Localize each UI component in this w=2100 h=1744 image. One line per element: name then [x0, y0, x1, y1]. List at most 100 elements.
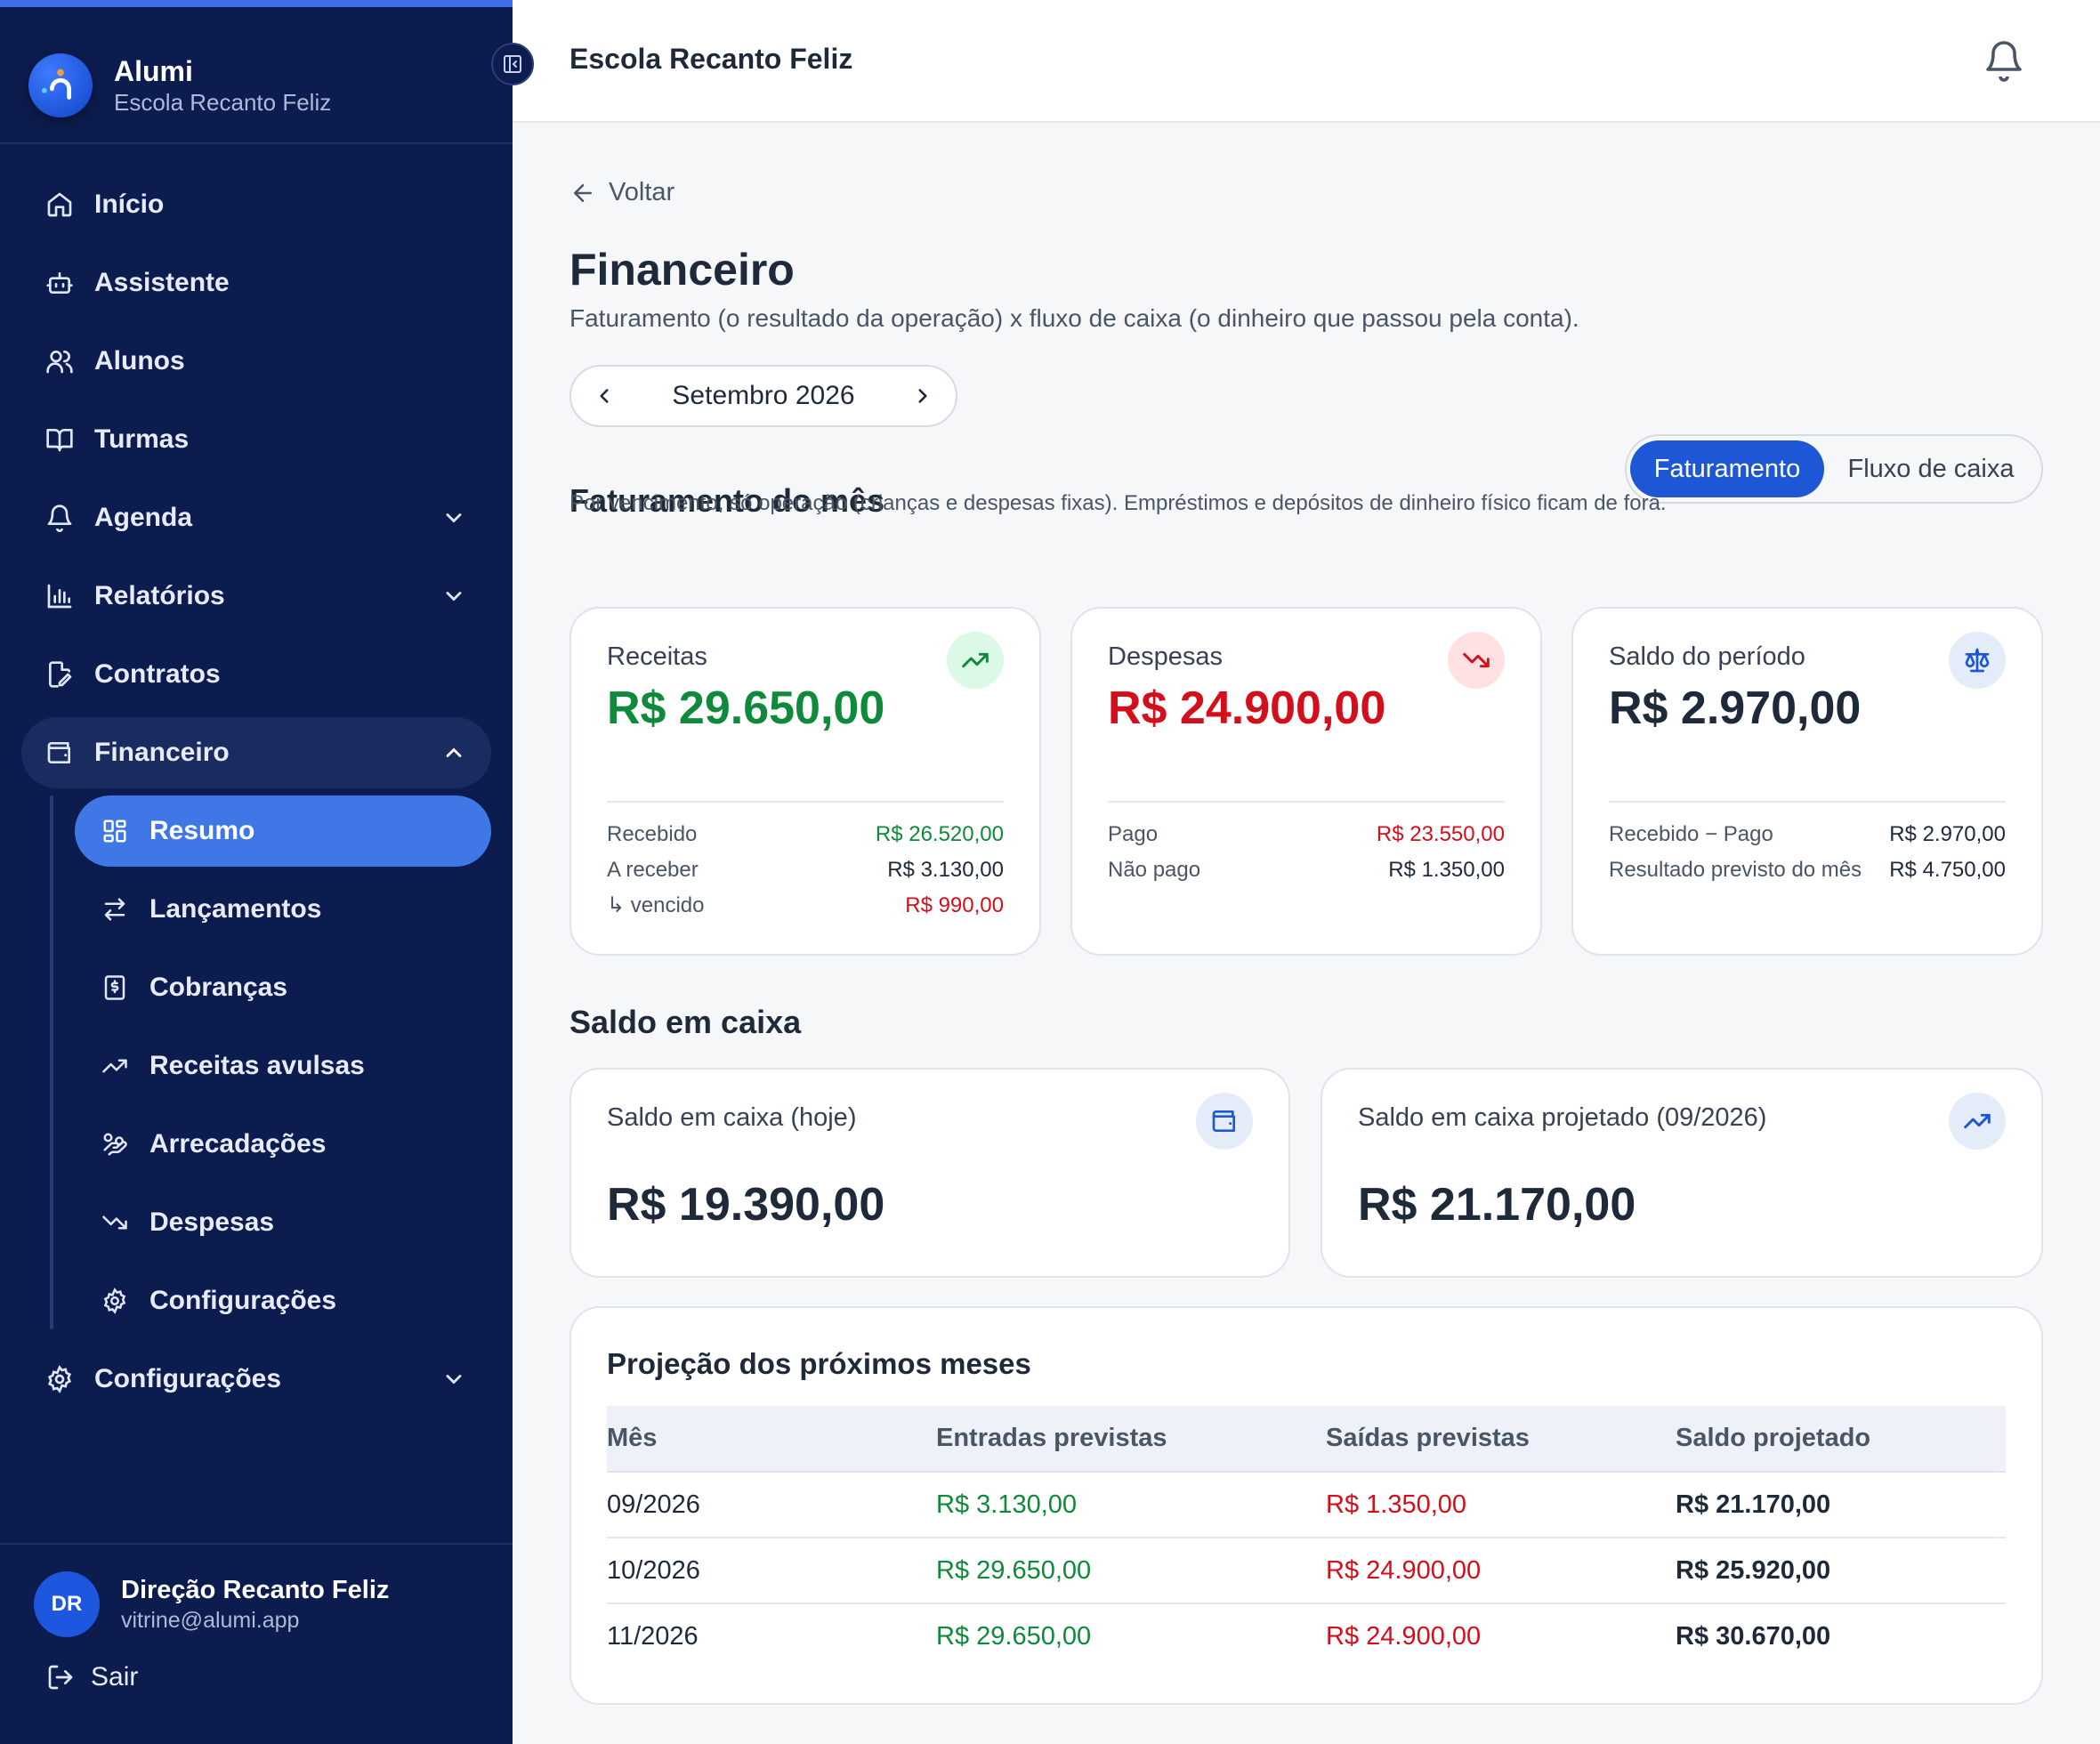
bot-icon	[44, 268, 75, 298]
toggle-fluxo-de-caixa[interactable]: Fluxo de caixa	[1824, 440, 2038, 497]
sidebar-item-alunos[interactable]: Alunos	[21, 326, 491, 397]
sidebar-item-assistente[interactable]: Assistente	[21, 247, 491, 319]
detail-row: Recebido R$ 26.520,00	[607, 817, 1004, 852]
cell-month: 10/2026	[607, 1538, 936, 1604]
sidebar-item-inicio[interactable]: Início	[21, 169, 491, 240]
sidebar-subitem-resumo[interactable]: Resumo	[75, 795, 491, 867]
alumi-logo-icon	[28, 53, 93, 117]
detail-label: Recebido − Pago	[1609, 822, 1773, 846]
current-month: Setembro 2026	[672, 381, 855, 410]
gear-icon	[44, 1364, 75, 1394]
back-link[interactable]: Voltar	[569, 178, 674, 207]
projection-card: Projeção dos próximos meses Mês Entradas…	[569, 1306, 2043, 1705]
view-toggle: Faturamento Fluxo de caixa	[1625, 434, 2043, 504]
sidebar-subitem-lancamentos[interactable]: Lançamentos	[75, 874, 491, 945]
toggle-faturamento[interactable]: Faturamento	[1630, 440, 1824, 497]
divider	[607, 801, 1004, 803]
trending-down-icon	[100, 1207, 130, 1238]
logout-button[interactable]: Sair	[46, 1662, 138, 1692]
sidebar-item-contratos[interactable]: Contratos	[21, 639, 491, 710]
despesas-total: R$ 24.900,00	[1108, 682, 1386, 734]
detail-row: ↳ vencido R$ 990,00	[607, 888, 1004, 924]
sidebar-accent-bar	[0, 0, 513, 7]
divider	[0, 142, 513, 144]
brand[interactable]: Alumi Escola Recanto Feliz	[28, 43, 331, 128]
table-row: 11/2026 R$ 29.650,00 R$ 24.900,00 R$ 30.…	[607, 1603, 2006, 1669]
detail-value: R$ 990,00	[905, 893, 1004, 917]
back-label: Voltar	[609, 178, 675, 206]
sidebar-item-label: Assistente	[94, 268, 230, 297]
notifications-bell-icon[interactable]	[1983, 39, 2025, 82]
sidebar-item-financeiro[interactable]: Financeiro	[21, 717, 491, 788]
table-row: 10/2026 R$ 29.650,00 R$ 24.900,00 R$ 25.…	[607, 1538, 2006, 1604]
sidebar-subitem-label: Despesas	[149, 1207, 275, 1237]
user-profile[interactable]: DR Direção Recanto Feliz vitrine@alumi.a…	[34, 1571, 389, 1637]
detail-label: Não pago	[1108, 858, 1201, 882]
sidebar-item-label: Turmas	[94, 424, 190, 454]
cell-entradas: R$ 3.130,00	[936, 1472, 1326, 1538]
cell-saldo: R$ 30.670,00	[1676, 1622, 1831, 1651]
page-title: Financeiro	[569, 245, 795, 295]
sidebar: Alumi Escola Recanto Feliz Início Assist…	[0, 0, 513, 1744]
sidebar-subitem-label: Resumo	[149, 816, 255, 845]
chevron-down-icon	[446, 1375, 462, 1385]
scale-icon	[1949, 632, 2006, 689]
detail-label: ↳ vencido	[607, 893, 705, 917]
chevron-down-icon	[446, 592, 462, 602]
subnav-rail	[50, 795, 53, 1329]
card-label: Saldo em caixa projetado (09/2026)	[1358, 1103, 1767, 1132]
detail-row: A receber R$ 3.130,00	[607, 852, 1004, 888]
despesas-card: Despesas R$ 24.900,00 Pago R$ 23.550,00 N…	[1070, 607, 1542, 956]
table-header-row: Mês Entradas previstas Saídas previstas …	[607, 1406, 2006, 1473]
avatar: DR	[34, 1571, 100, 1637]
billing-note: Por vencimento, só operação (crianças e …	[569, 491, 1667, 515]
sidebar-item-agenda[interactable]: Agenda	[21, 482, 491, 553]
cell-saidas: R$ 24.900,00	[1326, 1622, 1482, 1651]
gear-icon	[100, 1286, 130, 1316]
collapse-sidebar-button[interactable]	[491, 43, 534, 85]
saldo-caixa-hoje-card: Saldo em caixa (hoje) R$ 19.390,00	[569, 1068, 1290, 1278]
projection-table: Mês Entradas previstas Saídas previstas …	[607, 1406, 2006, 1669]
saldo-periodo-card: Saldo do período R$ 2.970,00 Recebido − …	[1571, 607, 2043, 956]
detail-value: R$ 2.970,00	[1889, 822, 2006, 846]
sidebar-subitem-configuracoes[interactable]: Configurações	[75, 1265, 491, 1336]
sidebar-subitem-arrecadacoes[interactable]: Arrecadações	[75, 1109, 491, 1180]
sidebar-item-turmas[interactable]: Turmas	[21, 404, 491, 475]
home-icon	[44, 190, 75, 220]
next-month-button[interactable]	[911, 384, 934, 408]
divider	[1108, 801, 1505, 803]
detail-row: Resultado previsto do mês R$ 4.750,00	[1609, 852, 2006, 888]
sidebar-subitem-label: Cobranças	[149, 973, 288, 1002]
sidebar-item-label: Financeiro	[94, 738, 230, 767]
detail-row: Recebido − Pago R$ 2.970,00	[1609, 817, 2006, 852]
card-label: Saldo em caixa (hoje)	[607, 1103, 857, 1132]
cell-saidas: R$ 24.900,00	[1326, 1538, 1676, 1604]
cell-saidas: R$ 1.350,00	[1326, 1472, 1676, 1538]
sidebar-subitem-despesas[interactable]: Despesas	[75, 1187, 491, 1258]
logout-icon	[48, 1665, 73, 1690]
sidebar-subitem-label: Lançamentos	[149, 894, 322, 924]
card-label: Saldo do período	[1609, 642, 1805, 671]
cell-saldo: R$ 25.920,00	[1676, 1538, 2006, 1604]
layout-grid-icon	[100, 816, 130, 846]
detail-label: Recebido	[607, 822, 698, 846]
card-label: Despesas	[1108, 642, 1223, 671]
previous-month-button[interactable]	[593, 384, 616, 408]
detail-row: Não pago R$ 1.350,00	[1108, 852, 1505, 888]
arrows-left-right-icon	[100, 894, 130, 924]
wallet-icon	[1196, 1093, 1253, 1150]
cell-saldo: R$ 21.170,00	[1676, 1472, 2006, 1538]
sidebar-item-label: Configurações	[94, 1364, 282, 1393]
trending-up-icon	[947, 632, 1004, 689]
sidebar-item-label: Alunos	[94, 346, 185, 375]
trending-up-icon	[100, 1051, 130, 1081]
book-open-icon	[44, 424, 75, 455]
top-header: Escola Recanto Feliz	[513, 0, 2100, 123]
sidebar-subitem-receitas-avulsas[interactable]: Receitas avulsas	[75, 1030, 491, 1102]
projection-title: Projeção dos próximos meses	[607, 1347, 1031, 1380]
brand-name: Alumi	[114, 55, 193, 87]
sidebar-item-relatorios[interactable]: Relatórios	[21, 561, 491, 632]
detail-value: R$ 26.520,00	[875, 822, 1004, 846]
sidebar-subitem-cobrancas[interactable]: Cobranças	[75, 952, 491, 1023]
sidebar-item-configuracoes[interactable]: Configurações	[21, 1344, 491, 1415]
